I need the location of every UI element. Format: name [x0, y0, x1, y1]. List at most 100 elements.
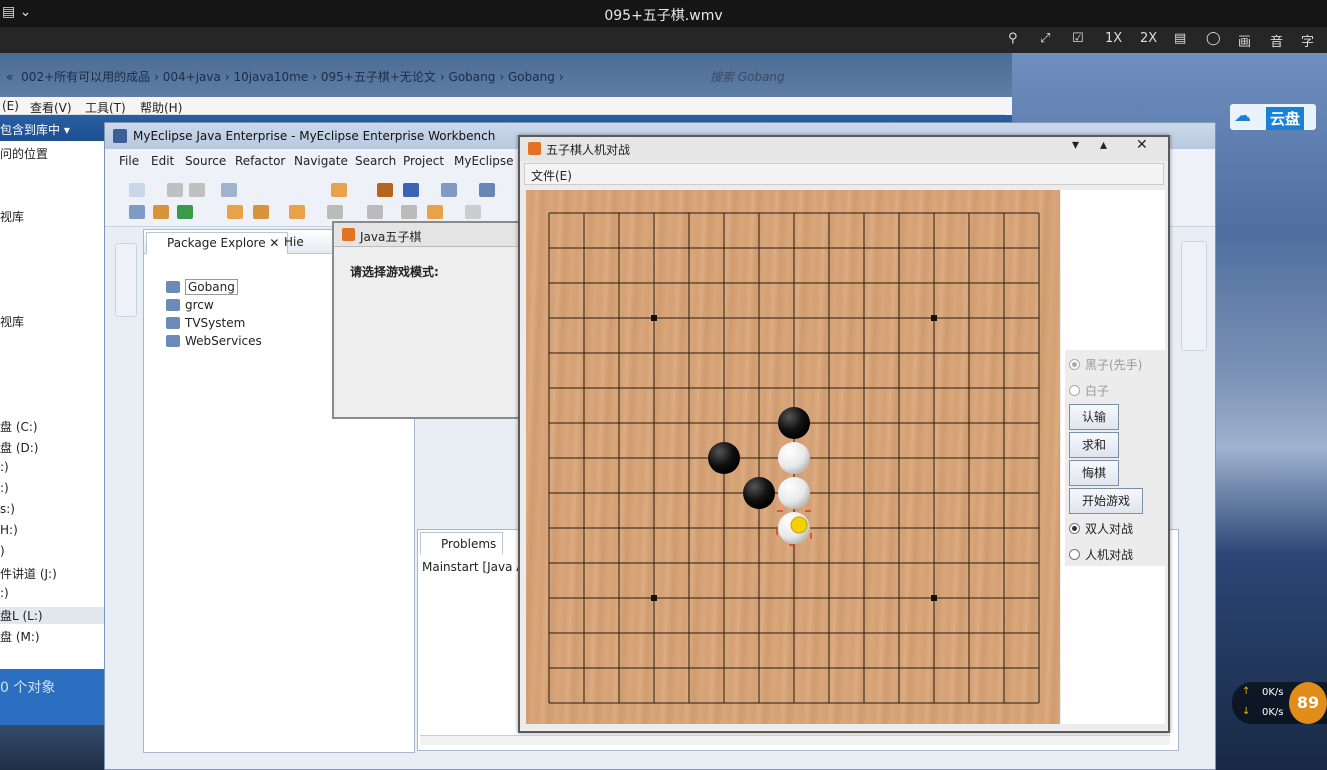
annotation-icon[interactable]	[327, 205, 343, 219]
menu-view[interactable]: 查看(V)	[30, 99, 72, 116]
myeclipse-logo-icon	[113, 129, 127, 143]
list-icon[interactable]: ▤	[1174, 31, 1186, 46]
nav-item[interactable]: 问的位置	[0, 145, 48, 162]
fullscreen-icon[interactable]: ⤢	[1040, 31, 1050, 46]
cube-icon[interactable]	[403, 183, 419, 197]
menu-help[interactable]: 帮助(H)	[140, 99, 182, 116]
nav-item[interactable]: :)	[0, 586, 9, 600]
menu-source[interactable]: Source	[185, 154, 226, 168]
tool-icon[interactable]	[129, 205, 145, 219]
nav-item[interactable]: :)	[0, 481, 9, 495]
menu-project[interactable]: Project	[403, 154, 444, 168]
menu-navigate[interactable]: Navigate	[294, 154, 348, 168]
audio-button[interactable]: 音	[1270, 31, 1283, 50]
deploy-icon[interactable]	[331, 183, 347, 197]
nav-item[interactable]: 件讲道 (J:)	[0, 565, 57, 582]
breadcrumb-item[interactable]: 095+五子棋+无论文	[321, 70, 436, 84]
menu-refactor[interactable]: Refactor	[235, 154, 285, 168]
radio-label: 双人对战	[1085, 522, 1134, 536]
minimize-icon[interactable]: ▾	[1072, 137, 1079, 153]
include-in-library-button[interactable]: 包含到库中 ▾	[0, 121, 70, 138]
picture-button[interactable]: 画	[1238, 31, 1251, 50]
surrender-button[interactable]: 认输	[1069, 404, 1120, 430]
new-icon[interactable]	[129, 183, 145, 197]
radio-pvp[interactable]: 双人对战	[1069, 520, 1133, 537]
tool-icon[interactable]	[153, 205, 169, 219]
open-icon[interactable]	[227, 205, 243, 219]
breadcrumb-item[interactable]: 10java10me	[234, 70, 309, 84]
right-trim-bar[interactable]	[1181, 241, 1207, 351]
player-controls-bar: ⚲ ⤢ ☑ 1X 2X ▤ ◯ 画 音 字	[0, 27, 1327, 53]
cloud-disk-widget[interactable]: ☁ 云盘	[1230, 104, 1316, 130]
nav-item[interactable]: s:)	[0, 502, 15, 516]
network-speed-widget[interactable]: ↑ 0K/s ↓ 0K/s 89	[1232, 682, 1327, 724]
wizard-icon[interactable]	[479, 183, 495, 197]
edit-icon[interactable]: ☑	[1072, 31, 1084, 46]
forward-arrow-icon[interactable]	[465, 205, 481, 219]
left-trim-bar[interactable]	[115, 243, 137, 317]
subtitle-button[interactable]: 字	[1301, 31, 1314, 50]
close-icon[interactable]: ✕	[1136, 137, 1148, 153]
menu-file[interactable]: File	[119, 154, 139, 168]
save-icon[interactable]	[167, 183, 183, 197]
binary-icon[interactable]	[221, 183, 237, 197]
nav-item[interactable]: 视库	[0, 208, 24, 225]
open-folder-icon[interactable]	[289, 205, 305, 219]
bulb-icon[interactable]: ◯	[1206, 31, 1221, 46]
server-icon[interactable]	[441, 183, 457, 197]
search-input[interactable]: 搜索 Gobang	[710, 68, 1000, 85]
board-grid[interactable]	[526, 190, 1060, 724]
maximize-icon[interactable]: ▴	[1100, 137, 1107, 153]
menu-tools[interactable]: 工具(T)	[85, 99, 126, 116]
star-point	[931, 595, 937, 601]
nav-item[interactable]: 盘 (M:)	[0, 628, 40, 645]
nav-item[interactable]: 视库	[0, 313, 24, 330]
menu-edit[interactable]: Edit	[151, 154, 174, 168]
nav-item[interactable]: 盘 (C:)	[0, 418, 38, 435]
back-arrow-icon[interactable]	[427, 205, 443, 219]
menu-file[interactable]: 文件(E)	[531, 167, 572, 184]
nav-item[interactable]: H:)	[0, 523, 18, 537]
start-game-button[interactable]: 开始游戏	[1069, 488, 1144, 514]
tab-hierarchy[interactable]: Hie	[284, 235, 304, 249]
breadcrumb-back[interactable]: «	[6, 70, 13, 84]
undo-button[interactable]: 悔棋	[1069, 460, 1120, 486]
nav-item[interactable]: )	[0, 544, 5, 558]
run-icon[interactable]	[177, 205, 193, 219]
nav-item[interactable]: 盘 (D:)	[0, 439, 38, 456]
annotation-icon[interactable]	[367, 205, 383, 219]
project-icon	[166, 281, 180, 293]
radio-pve[interactable]: 人机对战	[1069, 546, 1133, 563]
project-item[interactable]: grcw	[166, 298, 214, 314]
radio-white[interactable]: 白子	[1069, 382, 1109, 399]
breadcrumb-item[interactable]: 004+java	[163, 70, 221, 84]
project-item[interactable]: WebServices	[166, 334, 262, 350]
tab-package-explorer[interactable]: Package Explore ✕	[146, 232, 289, 254]
build-icon[interactable]	[253, 205, 269, 219]
package-icon[interactable]	[377, 183, 393, 197]
project-item[interactable]: Gobang	[166, 279, 238, 296]
horizontal-scrollbar[interactable]	[420, 735, 1170, 745]
back-icon[interactable]	[401, 205, 417, 219]
project-item[interactable]: TVSystem	[166, 316, 245, 332]
breadcrumb-item[interactable]: Gobang	[508, 70, 555, 84]
menu-edit[interactable]: (E)	[2, 99, 19, 113]
breadcrumb-item[interactable]: 002+所有可以用的成品	[21, 70, 150, 84]
nav-item[interactable]: :)	[0, 460, 9, 474]
radio-indicator	[1069, 523, 1080, 534]
draw-request-button[interactable]: 求和	[1069, 432, 1120, 458]
speed-2x-button[interactable]: 2X	[1140, 31, 1157, 46]
menu-search[interactable]: Search	[355, 154, 396, 168]
breadcrumb[interactable]: « 002+所有可以用的成品 › 004+java › 10java10me › 09…	[6, 68, 564, 85]
address-bar[interactable]: « 002+所有可以用的成品 › 004+java › 10java10me › 09…	[0, 53, 1012, 97]
breadcrumb-item[interactable]: Gobang	[449, 70, 496, 84]
tab-problems[interactable]: Problems	[420, 532, 504, 554]
game-board[interactable]	[526, 190, 1060, 724]
radio-black-first[interactable]: 黑子(先手)	[1069, 356, 1142, 373]
nav-item-selected[interactable]: 盘L (L:)	[0, 607, 104, 624]
menu-myeclipse[interactable]: MyEclipse	[454, 154, 514, 168]
print-icon[interactable]	[189, 183, 205, 197]
pin-icon[interactable]: ⚲	[1008, 31, 1018, 46]
download-arrow-icon: ↓	[1242, 706, 1251, 717]
speed-1x-button[interactable]: 1X	[1105, 31, 1122, 46]
